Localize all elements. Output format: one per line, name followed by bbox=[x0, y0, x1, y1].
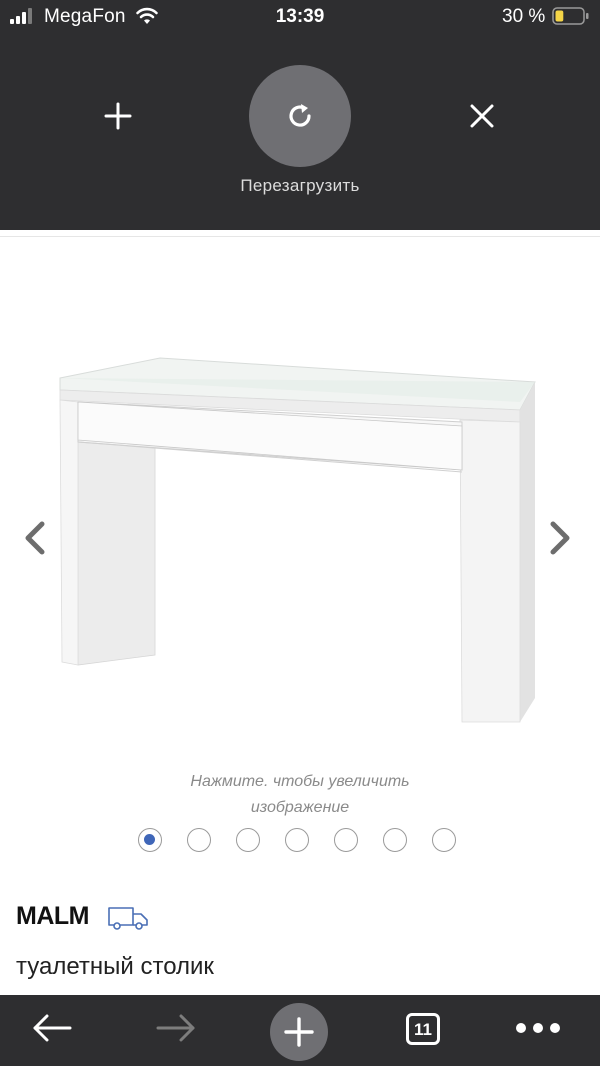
product-image[interactable] bbox=[40, 330, 560, 750]
more-menu-icon[interactable] bbox=[515, 1022, 561, 1034]
carrier-name: MegaFon bbox=[44, 6, 126, 27]
new-tab-button[interactable] bbox=[270, 1003, 328, 1061]
plus-icon bbox=[284, 1017, 314, 1047]
pagination-dot[interactable] bbox=[432, 828, 456, 852]
cellular-signal-icon bbox=[10, 8, 32, 24]
product-description: туалетный столик bbox=[16, 953, 214, 980]
pagination-dot[interactable] bbox=[334, 828, 358, 852]
browser-top-panel: MegaFon 13:39 30 % Перезагрузить bbox=[0, 0, 600, 230]
zoom-hint-line1: Нажмите. чтобы увеличить bbox=[190, 773, 410, 790]
divider bbox=[0, 236, 600, 237]
battery-percent: 30 % bbox=[502, 6, 546, 27]
pagination-dot[interactable] bbox=[187, 828, 211, 852]
zoom-hint: Нажмите. чтобы увеличить изображение bbox=[0, 769, 600, 821]
battery-icon bbox=[552, 7, 589, 25]
status-bar: MegaFon 13:39 30 % bbox=[0, 0, 600, 34]
pagination-dot[interactable] bbox=[138, 828, 162, 852]
add-tab-button[interactable] bbox=[98, 96, 138, 136]
pagination-dot[interactable] bbox=[383, 828, 407, 852]
back-arrow-icon[interactable] bbox=[30, 1013, 74, 1043]
product-name: MALM bbox=[16, 902, 89, 930]
forward-arrow-icon[interactable] bbox=[154, 1013, 198, 1043]
wifi-icon bbox=[136, 7, 158, 24]
reload-label: Перезагрузить bbox=[240, 176, 360, 195]
browser-toolbar: 11 bbox=[0, 995, 600, 1066]
pagination-dot[interactable] bbox=[285, 828, 309, 852]
close-button[interactable] bbox=[462, 96, 502, 136]
tabs-count-button[interactable]: 11 bbox=[406, 1013, 440, 1045]
reload-button[interactable] bbox=[249, 65, 351, 167]
reload-icon bbox=[289, 104, 311, 127]
delivery-truck-icon bbox=[108, 907, 148, 930]
zoom-hint-line2: изображение bbox=[250, 799, 350, 816]
previous-image-arrow[interactable] bbox=[20, 518, 50, 558]
pagination-dot[interactable] bbox=[236, 828, 260, 852]
next-image-arrow[interactable] bbox=[545, 518, 575, 558]
